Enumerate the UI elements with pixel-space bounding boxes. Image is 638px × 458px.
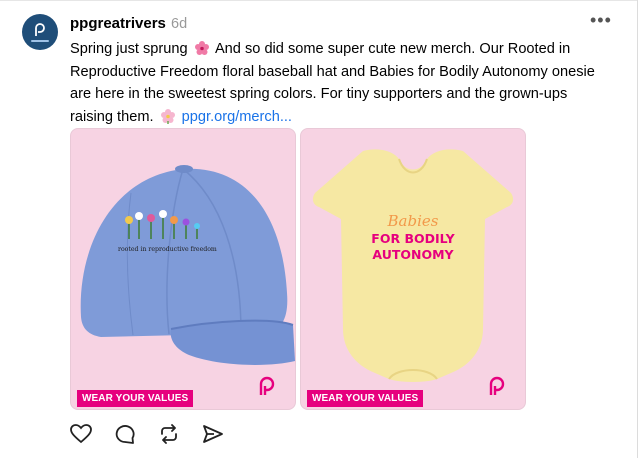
wear-your-values-badge: WEAR YOUR VALUES bbox=[77, 390, 194, 407]
onesie-text-line1: FOR BODILY bbox=[371, 231, 455, 246]
send-icon bbox=[203, 425, 223, 443]
username[interactable]: ppgreatrivers bbox=[70, 15, 166, 32]
cherry-blossom-icon bbox=[194, 41, 209, 55]
avatar-caption-mark bbox=[31, 40, 49, 42]
repost-button[interactable] bbox=[158, 423, 202, 445]
post-timestamp[interactable]: 6d bbox=[171, 16, 187, 32]
merch-link[interactable]: ppgr.org/merch... bbox=[182, 109, 292, 125]
onesie-illustration: Babies FOR BODILY AUTONOMY bbox=[312, 149, 514, 382]
heart-icon bbox=[70, 424, 92, 444]
planned-parenthood-logo-icon bbox=[489, 376, 505, 395]
blossom-icon bbox=[160, 108, 175, 124]
onesie-text-line2: AUTONOMY bbox=[372, 247, 454, 262]
caption-line: Reproductive Freedom floral baseball hat… bbox=[70, 63, 595, 80]
post-actions bbox=[70, 423, 246, 445]
comment-icon bbox=[115, 425, 135, 444]
baseball-hat-illustration: rooted in reproductive freedom bbox=[80, 165, 295, 365]
repost-icon bbox=[161, 424, 177, 444]
hat-embroidery-text: rooted in reproductive freedom bbox=[118, 246, 217, 253]
onesie-script-text: Babies bbox=[387, 212, 439, 230]
caption-line: are here in the sweetest spring colors. … bbox=[70, 86, 568, 102]
comment-button[interactable] bbox=[114, 423, 158, 445]
hat-image[interactable]: rooted in reproductive freedom WEAR YOUR… bbox=[70, 128, 296, 410]
caption-line: raising them. bbox=[70, 108, 154, 125]
more-options-icon[interactable]: ••• bbox=[590, 11, 612, 29]
planned-parenthood-logo-icon bbox=[35, 23, 45, 36]
wear-your-values-badge: WEAR YOUR VALUES bbox=[307, 390, 424, 407]
top-divider bbox=[0, 0, 638, 1]
avatar[interactable] bbox=[22, 14, 58, 50]
caption-line: Spring just sprung bbox=[70, 41, 188, 57]
onesie-image[interactable]: Babies FOR BODILY AUTONOMY WEAR YOUR VAL… bbox=[300, 128, 526, 410]
share-button[interactable] bbox=[202, 423, 246, 445]
post-caption: Spring just sprung And so did some super… bbox=[70, 38, 625, 128]
like-button[interactable] bbox=[70, 423, 114, 445]
planned-parenthood-logo-icon bbox=[259, 376, 275, 395]
caption-line: And so did some super cute new merch. Ou… bbox=[214, 41, 571, 57]
